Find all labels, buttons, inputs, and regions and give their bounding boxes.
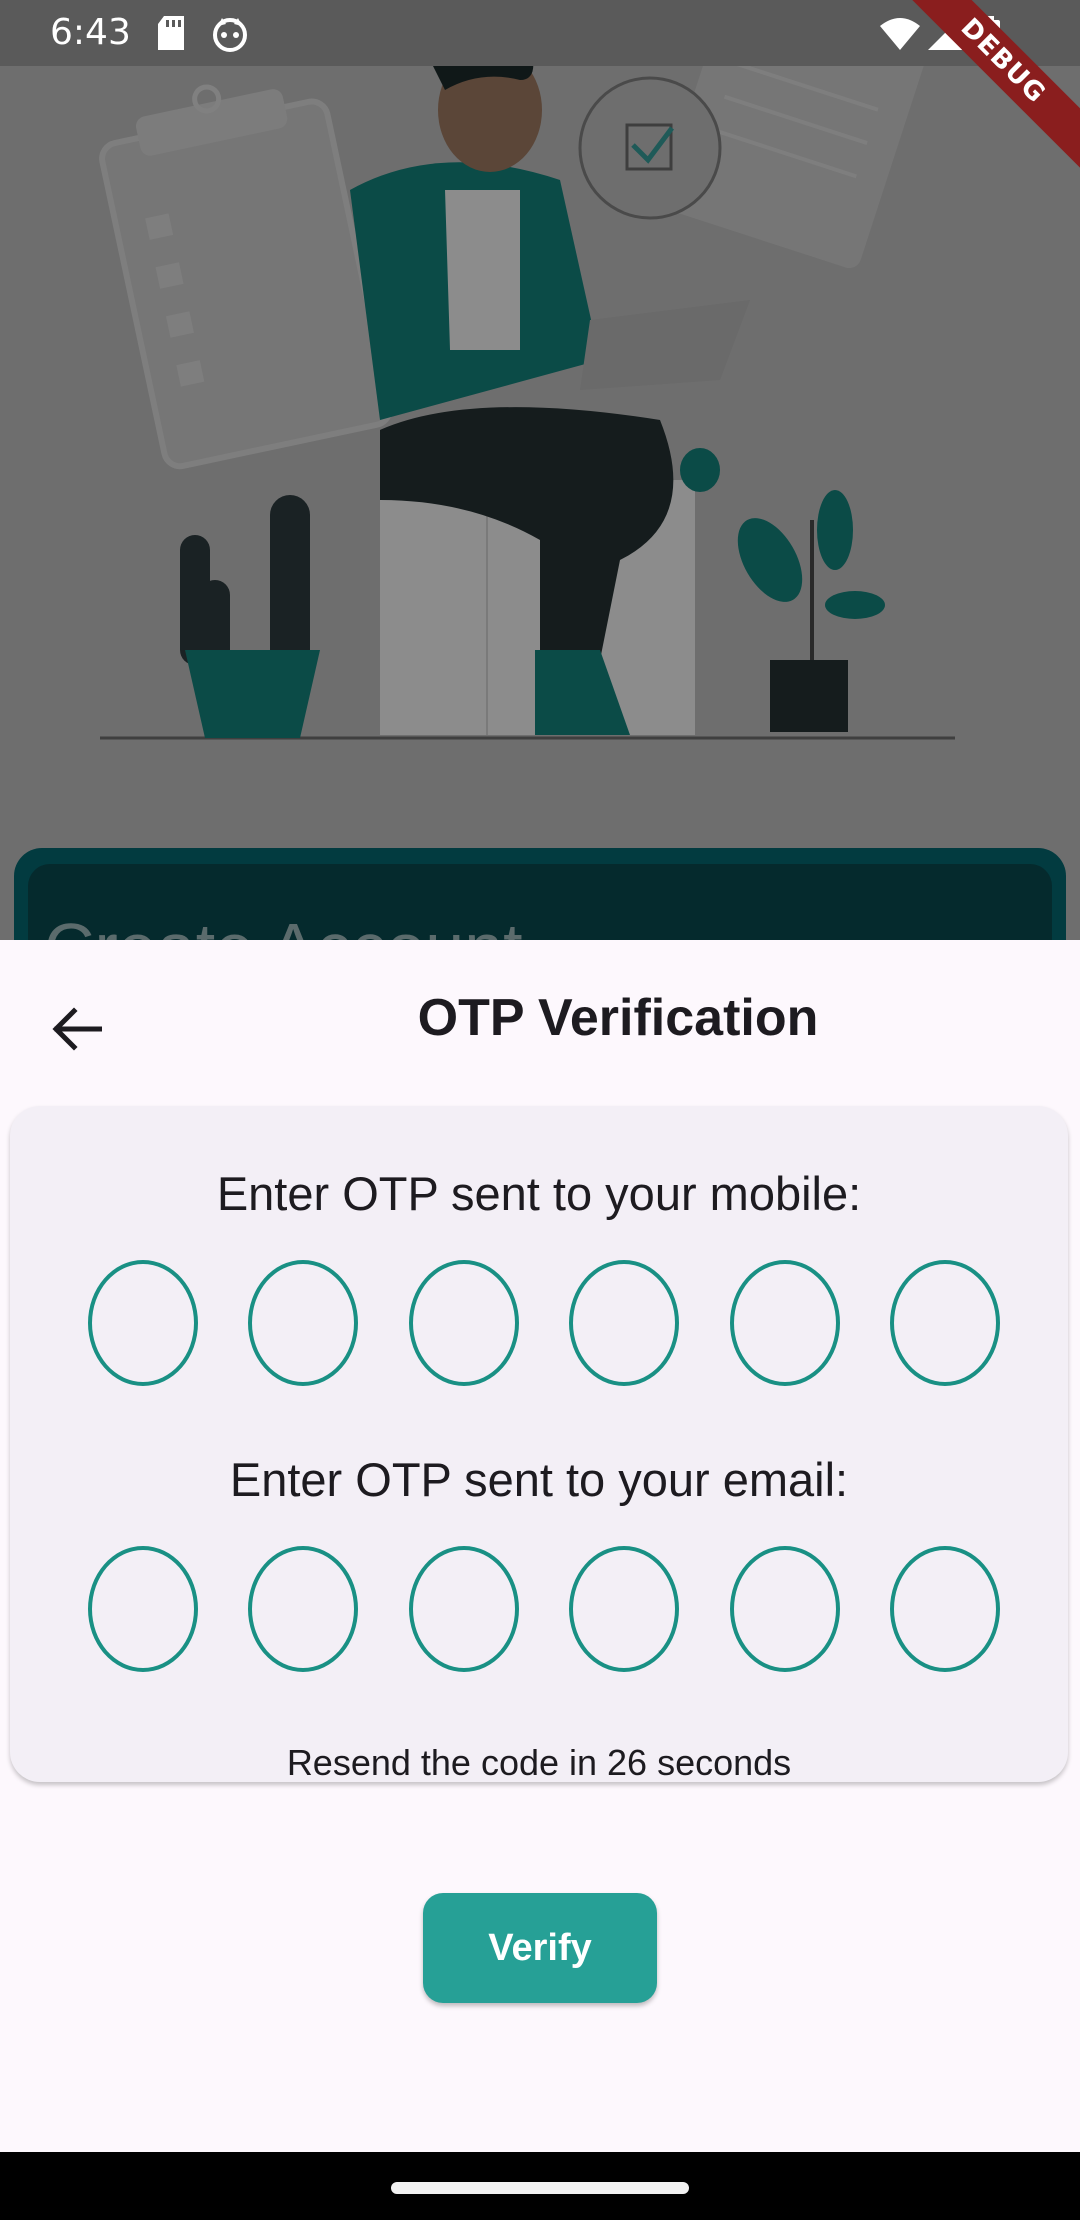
face-icon [212,16,248,57]
email-otp-digit-2[interactable] [248,1546,359,1672]
home-gesture-handle[interactable] [391,2182,689,2194]
page-title: OTP Verification [417,989,819,1047]
resend-countdown: Resend the code in 26 seconds [286,1742,792,1783]
email-otp-digit-3[interactable] [408,1546,519,1672]
email-otp-label: Enter OTP sent to your email: [229,1453,849,1506]
mobile-otp-label: Enter OTP sent to your mobile: [216,1167,862,1220]
mobile-otp-row [88,1260,1000,1390]
sd-card-icon [156,16,186,55]
mobile-otp-digit-1[interactable] [88,1260,198,1386]
otp-card: Enter OTP sent to your mobile: Enter OTP… [10,1106,1068,1783]
email-otp-digit-4[interactable] [569,1546,680,1672]
mobile-otp-digit-2[interactable] [248,1260,359,1386]
person-with-laptop-illustration [99,0,955,740]
email-otp-digit-6[interactable] [889,1546,1000,1672]
email-otp-digit-5[interactable] [729,1546,840,1672]
mobile-otp-digit-4[interactable] [569,1260,680,1386]
mobile-otp-digit-6[interactable] [889,1260,1000,1386]
navigation-bar [0,2152,1080,2220]
email-otp-row [88,1546,1000,1676]
status-bar: 6:43 [0,0,1080,66]
otp-bottom-sheet: OTP Verification Enter OTP sent to your … [0,940,1080,2152]
status-time: 6:43 [50,12,131,53]
background-illustration: Create Account [0,0,1080,988]
email-otp-digit-1[interactable] [88,1546,198,1672]
verify-button[interactable]: Verify [423,1893,657,2003]
mobile-otp-digit-3[interactable] [408,1260,519,1386]
mobile-otp-digit-5[interactable] [729,1260,840,1386]
wifi-icon [880,16,920,55]
